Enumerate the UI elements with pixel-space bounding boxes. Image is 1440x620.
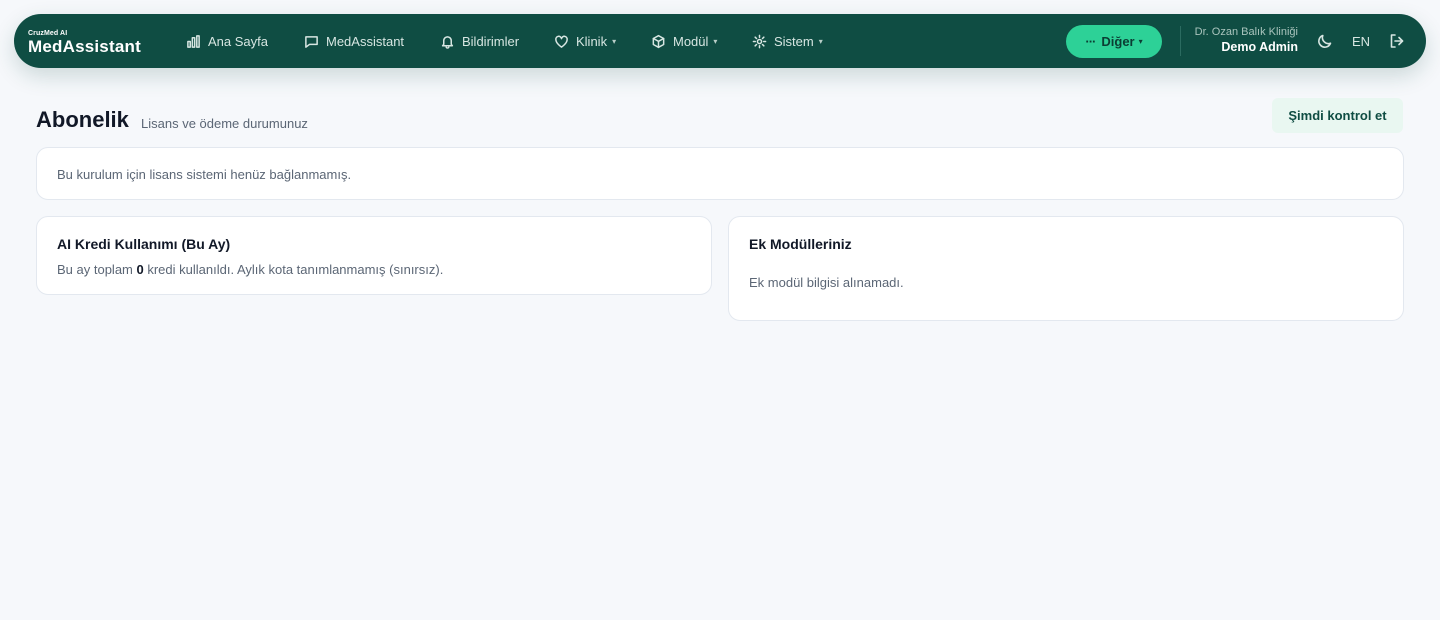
user-name: Demo Admin — [1221, 40, 1298, 54]
ai-credit-card: AI Kredi Kullanımı (Bu Ay) Bu ay toplam … — [36, 216, 712, 295]
extra-modules-message: Ek modül bilgisi alınamadı. — [749, 275, 904, 290]
heart-icon — [555, 35, 568, 48]
ai-credit-title: AI Kredi Kullanımı (Bu Ay) — [57, 236, 231, 252]
top-navbar: CruzMed AI MedAssistant Ana Sayfa MedAss… — [14, 14, 1426, 68]
chevron-down-icon: ▾ — [612, 36, 617, 46]
license-message: Bu kurulum için lisans sistemi henüz bağ… — [57, 167, 352, 182]
chevron-down-icon: ▾ — [713, 36, 718, 46]
clinic-name: Dr. Ozan Balık Kliniği — [1194, 26, 1298, 38]
nav-item-sistem[interactable]: Sistem ▾ — [752, 14, 823, 68]
chat-icon — [305, 35, 318, 48]
nav-item-klinik[interactable]: Klinik ▾ — [554, 14, 616, 68]
moon-icon — [1318, 34, 1332, 48]
nav-divider — [1180, 26, 1181, 56]
nav-item-label: Klinik — [576, 33, 608, 49]
language-toggle[interactable]: EN — [1352, 34, 1370, 49]
nav-item-modul[interactable]: Modül ▾ — [651, 14, 717, 68]
cube-icon — [652, 34, 665, 48]
nav-item-label: Bildirimler — [462, 33, 520, 49]
logout-button[interactable] — [1388, 32, 1406, 50]
chevron-down-icon: ▾ — [818, 36, 823, 46]
bar-chart-icon — [187, 34, 200, 48]
brand-name: MedAssistant — [28, 37, 141, 56]
theme-toggle-button[interactable] — [1316, 32, 1334, 50]
extra-modules-card: Ek Modülleriniz Ek modül bilgisi alınama… — [728, 216, 1404, 321]
ai-credit-text-before: Bu ay toplam — [57, 262, 137, 277]
license-status-card: Bu kurulum için lisans sistemi henüz bağ… — [36, 147, 1404, 200]
bell-icon — [441, 35, 454, 49]
nav-item-medassistant[interactable]: MedAssistant — [304, 14, 404, 68]
page-title: Abonelik — [36, 107, 129, 132]
more-menu-label: Diğer — [1101, 34, 1135, 49]
more-menu-button[interactable]: ··· Diğer ▾ — [1066, 25, 1162, 58]
page-subtitle: Lisans ve ödeme durumunuz — [141, 116, 308, 131]
brand-small: CruzMed AI — [28, 30, 68, 37]
more-dots-icon: ··· — [1085, 34, 1096, 49]
chevron-down-icon: ▾ — [1138, 37, 1143, 46]
gear-icon — [752, 34, 767, 48]
nav-item-bildirimler[interactable]: Bildirimler — [440, 14, 519, 68]
nav-item-label: Modül — [673, 33, 709, 49]
nav-item-label: Sistem — [774, 33, 814, 49]
nav-item-label: Ana Sayfa — [208, 33, 268, 49]
check-now-button[interactable]: Şimdi kontrol et — [1272, 98, 1403, 133]
logout-icon — [1390, 34, 1404, 48]
ai-credit-count: 0 — [136, 262, 144, 277]
brand-logo[interactable]: CruzMed AI MedAssistant — [28, 30, 141, 55]
ai-credit-text: Bu ay toplam 0 kredi kullanıldı. Aylık k… — [57, 262, 443, 277]
nav-item-label: MedAssistant — [326, 33, 405, 49]
extra-modules-title: Ek Modülleriniz — [749, 236, 852, 252]
nav-item-ana-sayfa[interactable]: Ana Sayfa — [186, 14, 268, 68]
user-info: Dr. Ozan Balık Kliniği Demo Admin — [1195, 27, 1298, 54]
ai-credit-text-after: kredi kullanıldı. Aylık kota tanımlanmam… — [143, 262, 444, 277]
